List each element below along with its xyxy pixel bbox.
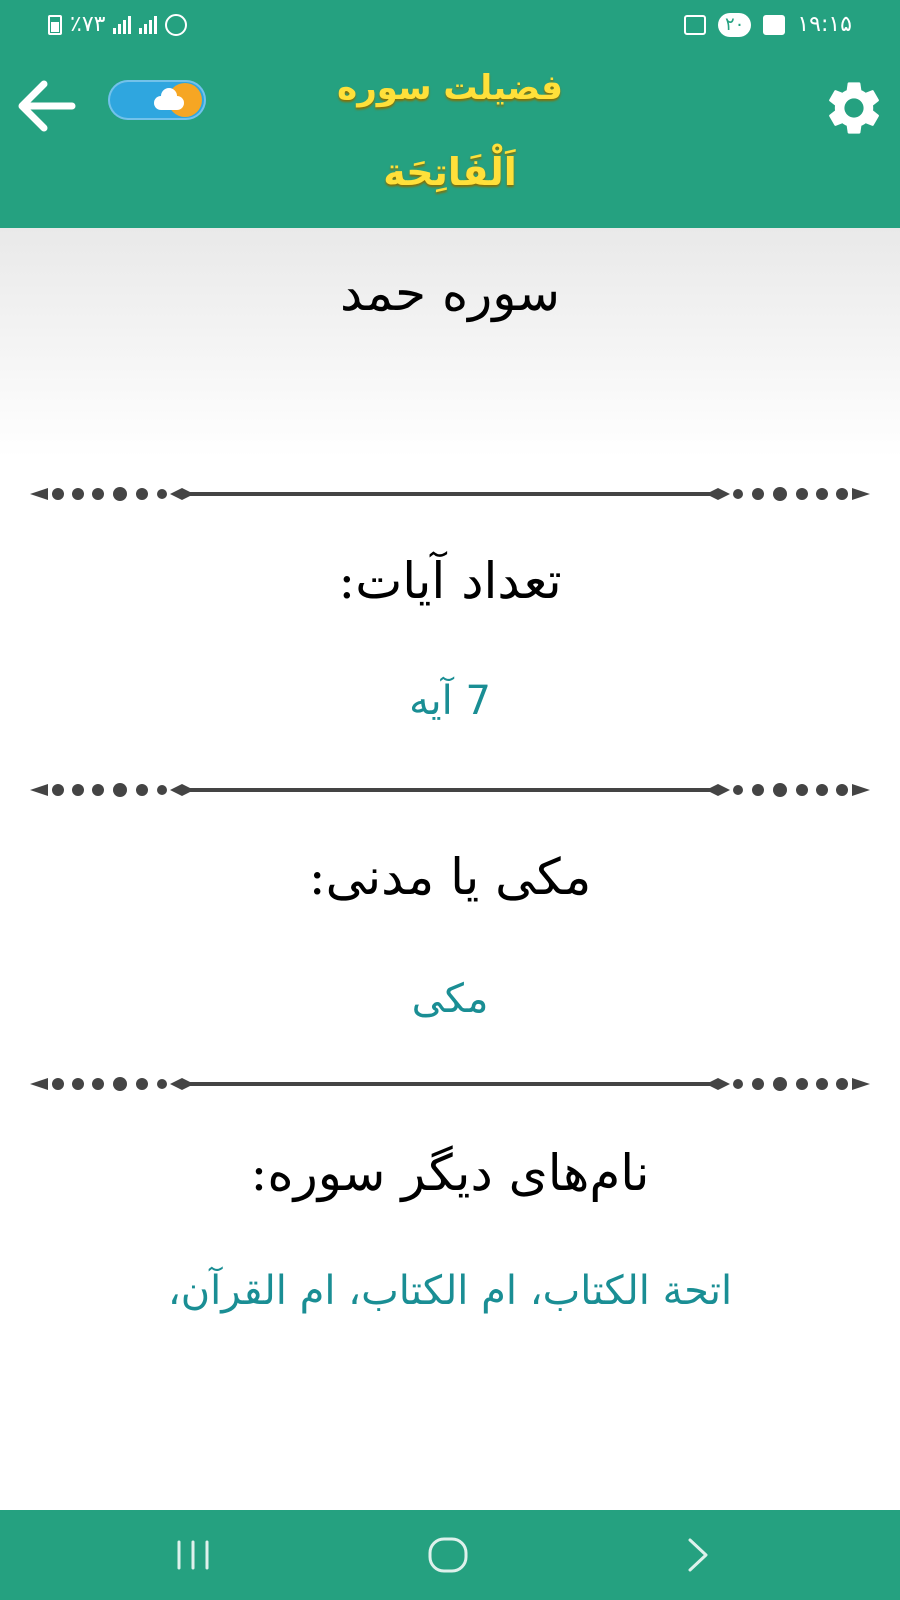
battery-icon bbox=[48, 14, 62, 35]
system-nav-bar bbox=[0, 1510, 900, 1600]
signal-icon-2 bbox=[139, 15, 158, 34]
home-icon bbox=[428, 1537, 468, 1573]
status-left: ٪۷۳ bbox=[48, 12, 188, 37]
page-subtitle: اَلْفَاتِحَة bbox=[383, 150, 517, 194]
verse-count-value: 7 آیه bbox=[409, 678, 491, 724]
content-area: سوره حمد تعداد آیات: 7 آیه مکی یا مدنی: … bbox=[0, 228, 900, 1510]
signal-icon bbox=[113, 15, 132, 34]
ornamental-divider bbox=[30, 1077, 870, 1091]
notification-badge: ۲۰ bbox=[717, 12, 752, 37]
recents-button[interactable] bbox=[165, 1530, 225, 1580]
chevron-icon bbox=[688, 1538, 708, 1572]
gear-icon bbox=[829, 82, 879, 134]
other-names-label: نام‌های دیگر سوره: bbox=[250, 1144, 650, 1202]
status-right: ۲۰ ۱۹:۱۵ bbox=[683, 12, 852, 37]
battery-level: ٪۷۳ bbox=[70, 12, 106, 37]
surah-name: سوره حمد bbox=[339, 264, 561, 322]
status-bar: ٪۷۳ ۲۰ ۱۹:۱۵ bbox=[0, 0, 900, 52]
other-names-value: اتحة الکتاب، ام الکتاب، ام القرآن، bbox=[167, 1268, 733, 1314]
ornamental-divider bbox=[30, 783, 870, 797]
settings-button[interactable] bbox=[822, 76, 886, 140]
home-button[interactable] bbox=[420, 1530, 480, 1580]
status-time: ۱۹:۱۵ bbox=[797, 12, 852, 37]
ornamental-divider bbox=[30, 487, 870, 501]
nav-back-button[interactable] bbox=[670, 1530, 730, 1580]
alarm-icon bbox=[165, 13, 188, 36]
back-button[interactable] bbox=[14, 76, 78, 136]
image-icon bbox=[763, 14, 786, 35]
revelation-value: مکی bbox=[411, 976, 489, 1022]
recents-icon bbox=[177, 1540, 209, 1570]
revelation-label: مکی یا مدنی: bbox=[308, 848, 592, 906]
app-bar: فضیلت سوره اَلْفَاتِحَة bbox=[0, 52, 900, 228]
arrow-left-icon bbox=[18, 80, 76, 132]
theme-toggle[interactable] bbox=[108, 80, 206, 120]
calendar-icon bbox=[683, 14, 706, 35]
page-title: فضیلت سوره bbox=[337, 68, 563, 108]
verse-count-label: تعداد آیات: bbox=[338, 552, 562, 610]
header-fade bbox=[0, 228, 900, 458]
cloud-icon bbox=[154, 88, 184, 110]
